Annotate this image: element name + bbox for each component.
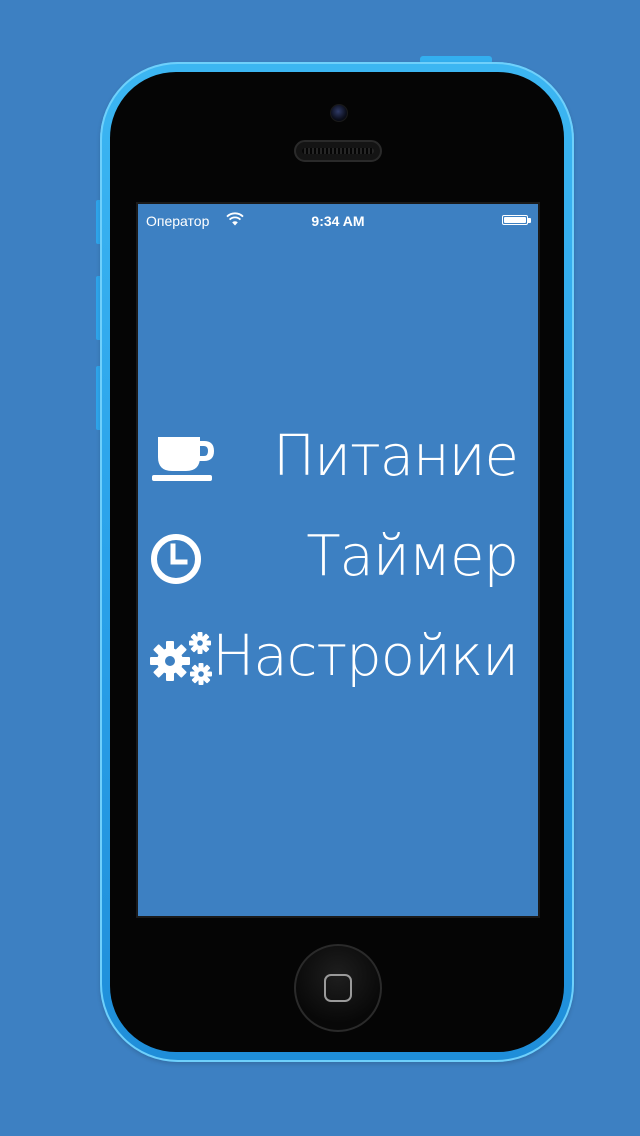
- main-menu: Питание Таймер Настройки: [138, 409, 538, 709]
- home-button[interactable]: [294, 944, 382, 1032]
- battery-tip: [528, 218, 531, 223]
- battery-level: [504, 217, 526, 223]
- status-bar: Оператор 9:34 AM: [138, 204, 538, 238]
- menu-label-nutrition: Питание: [273, 424, 519, 489]
- menu-item-timer[interactable]: Таймер: [138, 509, 538, 609]
- menu-label-timer: Таймер: [306, 524, 519, 589]
- status-time: 9:34 AM: [311, 213, 365, 229]
- phone-screen: Оператор 9:34 AM Питание Таймер Настройк…: [136, 202, 540, 918]
- menu-item-settings[interactable]: Настройки: [138, 609, 538, 709]
- gears-icon: [150, 632, 212, 685]
- menu-item-nutrition[interactable]: Питание: [138, 409, 538, 509]
- menu-label-settings: Настройки: [212, 624, 519, 689]
- earpiece-speaker: [294, 140, 382, 162]
- clock-icon: [151, 534, 201, 584]
- device-stage: Оператор 9:34 AM Питание Таймер Настройк…: [0, 0, 640, 1136]
- home-button-square-icon: [324, 974, 352, 1002]
- battery-icon: [502, 215, 528, 225]
- coffee-cup-icon: [152, 437, 214, 481]
- front-camera: [330, 104, 348, 122]
